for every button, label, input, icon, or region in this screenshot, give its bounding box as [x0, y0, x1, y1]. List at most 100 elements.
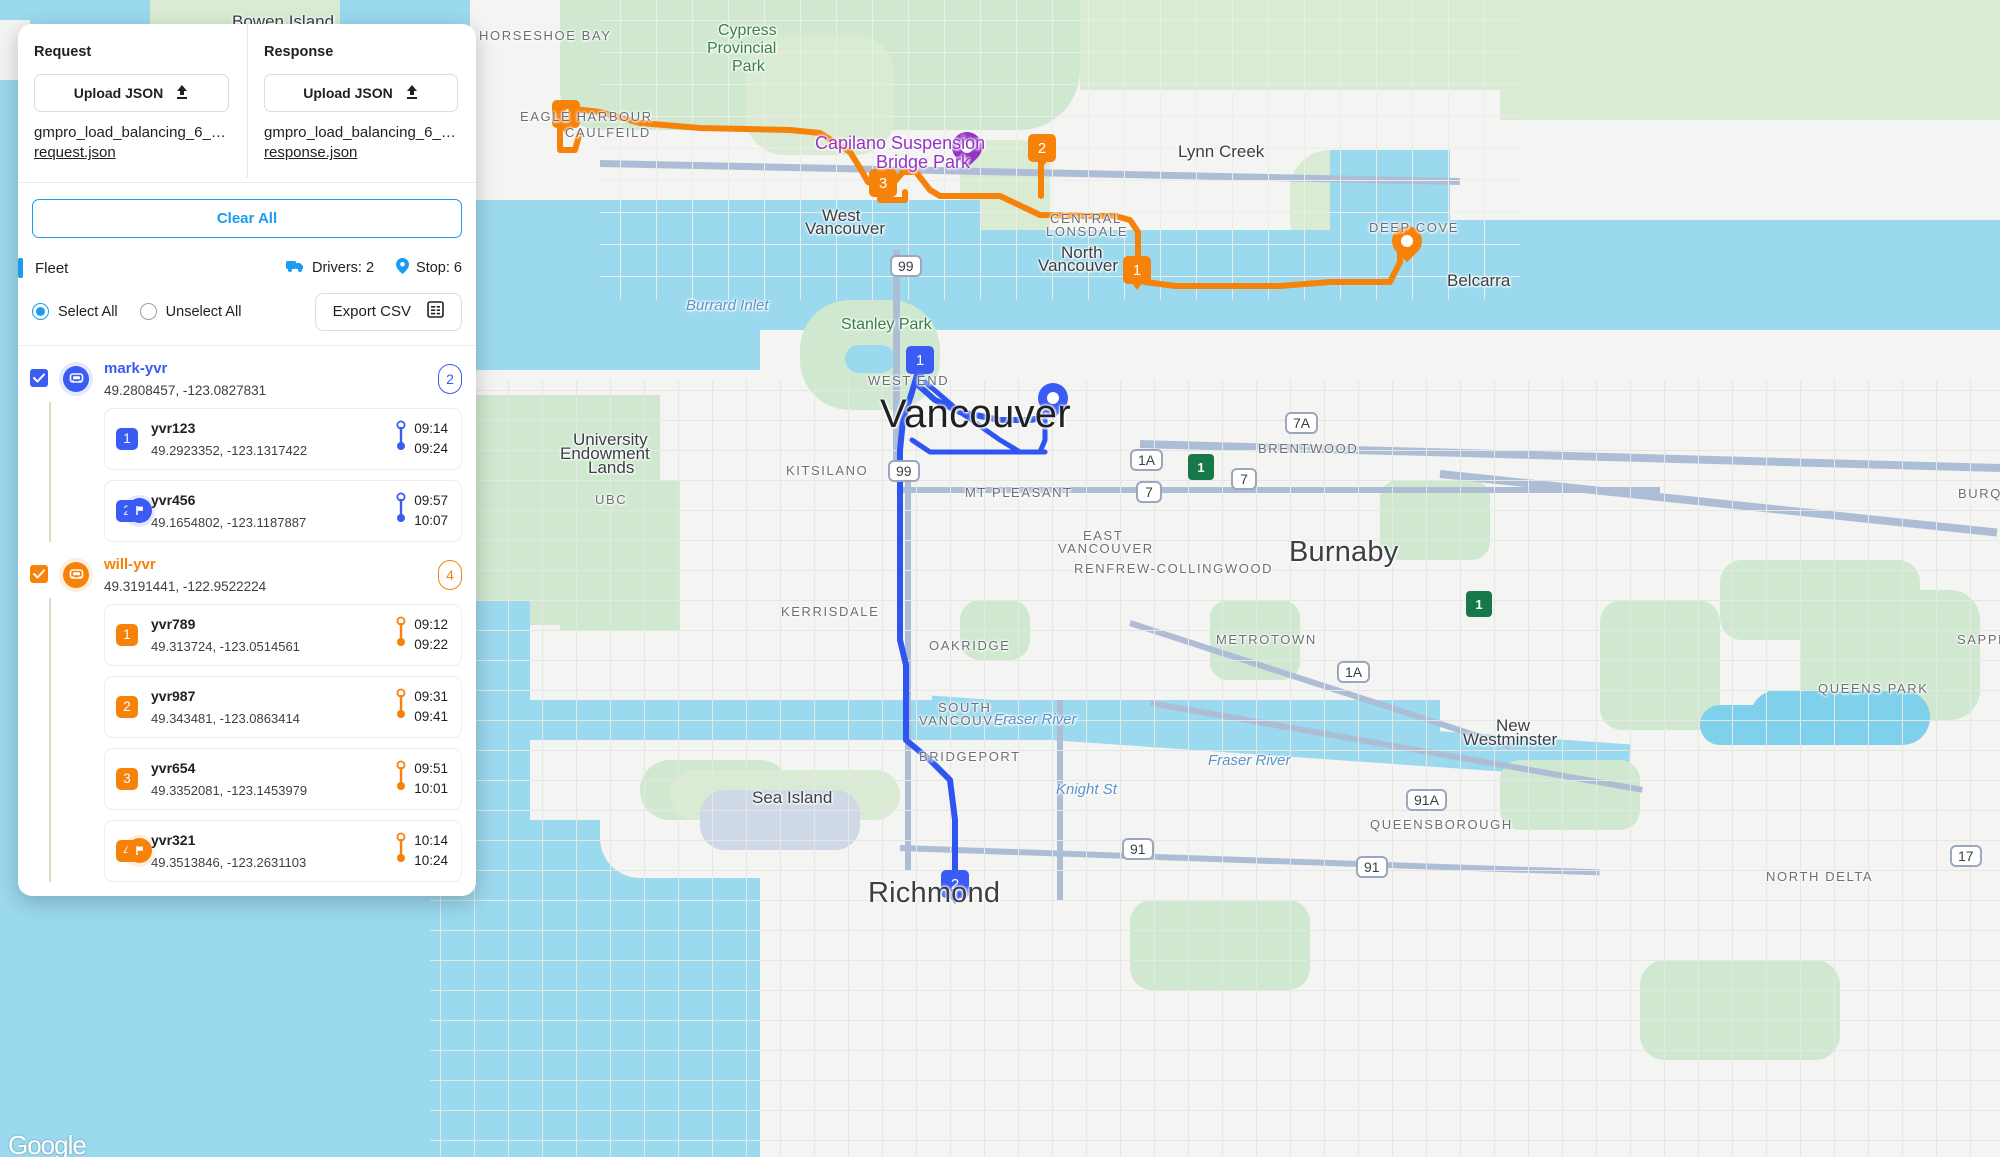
stop-coordinates: 49.313724, -123.0514561 [151, 638, 300, 654]
map-stop-marker-label: 2 [950, 875, 960, 893]
stop-times: 10:14 10:24 [414, 833, 448, 868]
stops-count-text: Stop: 6 [416, 260, 462, 276]
stop-departure-time: 09:22 [414, 637, 448, 652]
stop-departure-time: 10:07 [414, 513, 448, 528]
upload-response-json-button[interactable]: Upload JSON [264, 74, 458, 112]
control-panel: Request Upload JSON gmpro_load_balancing… [18, 24, 476, 896]
final-stop-flag [123, 494, 155, 527]
stop-arrival-time: 10:14 [414, 833, 448, 848]
io-section: Request Upload JSON gmpro_load_balancing… [18, 24, 476, 178]
map-stop-marker[interactable]: 4 [552, 100, 580, 128]
drivers-counter: Drivers: 2 [286, 259, 374, 277]
driver-header-row[interactable]: mark-yvr 49.2808457, -123.0827831 2 [18, 346, 476, 398]
stop-time-window: 10:14 10:24 [396, 832, 448, 869]
response-column: Response Upload JSON gmpro_load_balancin… [247, 24, 476, 178]
highway-shield: 91A [1406, 789, 1447, 811]
map-stop-marker[interactable]: 2 [941, 870, 969, 898]
map-stop-marker-label: 1 [915, 351, 925, 369]
stop-departure-time: 09:41 [414, 709, 448, 724]
stop-number: 1 [116, 623, 138, 646]
map-depot-pin-dot [1398, 232, 1416, 250]
stop-number: 1 [116, 427, 138, 450]
stop-times: 09:12 09:22 [414, 617, 448, 652]
map-stop-marker-label: 2 [1037, 139, 1047, 157]
driver-stop-count: 2 [438, 363, 462, 394]
spreadsheet-icon [427, 301, 444, 322]
stop-departure-time: 10:01 [414, 781, 448, 796]
highway-shield: 99 [890, 255, 922, 277]
highway-shield: 99 [888, 460, 920, 482]
final-stop-flag [123, 834, 155, 867]
driver-info: will-yvr 49.3191441, -122.9522224 [104, 556, 438, 594]
driver-avatar [59, 361, 93, 396]
export-csv-button[interactable]: Export CSV [314, 292, 462, 331]
clear-all-button[interactable]: Clear All [32, 198, 462, 238]
driver-header-row[interactable]: will-yvr 49.3191441, -122.9522224 4 [18, 542, 476, 594]
highway-shield: 91 [1356, 856, 1388, 878]
highway-shield: 1A [1130, 449, 1164, 471]
time-range-icon [396, 616, 406, 653]
trans-canada-shield: 1 [1466, 591, 1492, 617]
driver-name: will-yvr [104, 555, 156, 573]
request-column: Request Upload JSON gmpro_load_balancing… [18, 24, 247, 178]
green-north-1 [1080, 0, 1500, 90]
stop-coordinates: 49.3352081, -123.1453979 [151, 782, 308, 798]
time-range-icon [396, 492, 406, 529]
fleet-label: Fleet [35, 259, 69, 277]
green-pacificspirit [560, 480, 680, 630]
unselect-all-label: Unselect All [165, 303, 242, 320]
map-stop-marker-label: 4 [561, 105, 571, 123]
stop-name: yvr987 [151, 687, 196, 704]
timeline-connector [49, 401, 51, 542]
stop-card[interactable]: 2 yvr987 49.343481, -123.0863414 09:31 09:41 [104, 675, 462, 738]
select-all-radio[interactable]: Select All [32, 303, 118, 320]
map-stop-marker[interactable]: 2 [1028, 134, 1056, 162]
map-stop-marker[interactable]: 1 [906, 346, 934, 374]
highway-99-north [893, 250, 900, 460]
drivers-count-text: Drivers: 2 [312, 260, 375, 276]
stop-coordinates: 49.3513846, -123.2631103 [151, 854, 307, 870]
map-stop-marker[interactable]: 1 [1123, 256, 1151, 284]
stop-departure-time: 09:24 [414, 441, 448, 456]
stop-number: 2 [116, 695, 138, 718]
stop-card[interactable]: 1 yvr123 49.2923352, -123.1317422 09:14 09:2… [104, 407, 462, 470]
stop-arrival-time: 09:14 [414, 421, 448, 436]
driver-checkbox[interactable] [30, 564, 48, 583]
fleet-header: Fleet Drivers: 2 Stop: 6 [18, 238, 476, 279]
time-range-icon [396, 420, 406, 457]
stop-info: yvr789 49.313724, -123.0514561 [151, 616, 396, 654]
stop-card[interactable]: 2yvr45649.1654802, -123.118788709:5710:0… [104, 479, 462, 542]
upload-icon [175, 84, 189, 103]
driver-coordinates: 49.2808457, -123.0827831 [104, 382, 267, 398]
response-title: Response [264, 44, 334, 60]
stop-arrival-time: 09:12 [414, 617, 448, 632]
driver-group: will-yvr 49.3191441, -122.9522224 4 1 yvr789… [18, 542, 476, 882]
stop-times: 09:14 09:24 [414, 421, 448, 456]
map-stop-marker-label: 1 [1132, 261, 1142, 279]
driver-checkbox[interactable] [30, 368, 48, 387]
export-csv-label: Export CSV [332, 303, 411, 320]
highway-shield: 7 [1136, 481, 1162, 503]
stop-time-window: 09:57 10:07 [396, 492, 448, 529]
response-file-name-line2[interactable]: response.json [264, 143, 458, 163]
timeline-connector [49, 597, 51, 882]
stop-coordinates: 49.2923352, -123.1317422 [151, 442, 308, 458]
stop-info: yvr456 49.1654802, -123.1187887 [151, 492, 396, 530]
map-stop-marker[interactable]: 3 [869, 169, 897, 197]
highway-shield: 7 [1231, 468, 1257, 490]
stop-time-window: 09:31 09:41 [396, 688, 448, 725]
green-central-park [1210, 600, 1300, 680]
clear-all-wrapper: Clear All [18, 183, 476, 238]
stops-counter: Stop: 6 [396, 257, 462, 279]
upload-request-json-button[interactable]: Upload JSON [34, 74, 229, 112]
fleet-counters: Drivers: 2 Stop: 6 [286, 257, 462, 279]
green-north-2 [1500, 0, 2000, 120]
unselect-all-radio[interactable]: Unselect All [139, 303, 242, 320]
stop-card[interactable]: 4yvr32149.3513846, -123.263110310:1410:2… [104, 819, 462, 882]
highway-shield: 1A [1337, 661, 1371, 683]
stop-card[interactable]: 3 yvr654 49.3352081, -123.1453979 09:51 10:0… [104, 747, 462, 810]
stop-times: 09:57 10:07 [414, 493, 448, 528]
stop-card[interactable]: 1 yvr789 49.313724, -123.0514561 09:12 09:22 [104, 603, 462, 666]
request-file-name-line2[interactable]: request.json [34, 143, 229, 163]
highway-shield: 7A [1285, 412, 1319, 434]
